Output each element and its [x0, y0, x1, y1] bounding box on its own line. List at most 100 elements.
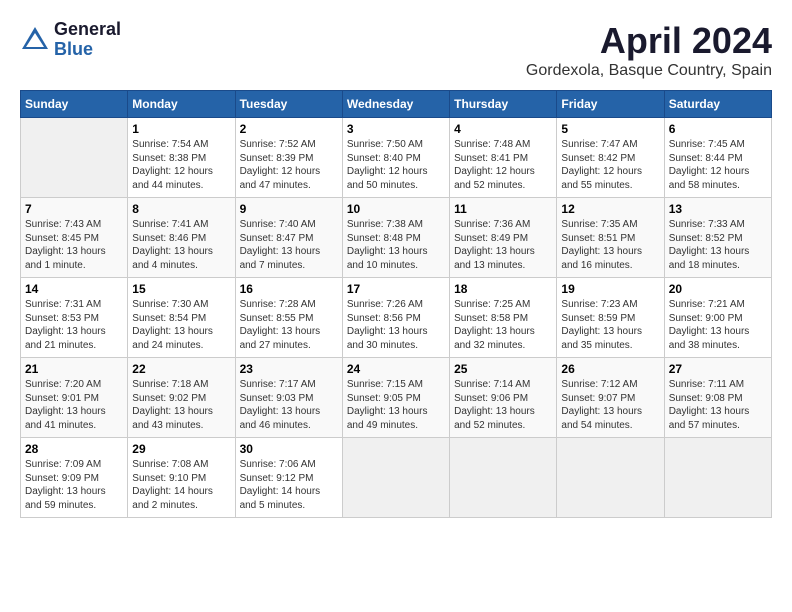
calendar-cell: 4 Sunrise: 7:48 AM Sunset: 8:41 PM Daylig… [450, 118, 557, 198]
calendar-cell: 5 Sunrise: 7:47 AM Sunset: 8:42 PM Daylig… [557, 118, 664, 198]
day-content: Sunrise: 7:45 AM Sunset: 8:44 PM Dayligh… [669, 138, 767, 192]
day-number: 2 [240, 122, 338, 136]
day-content: Sunrise: 7:35 AM Sunset: 8:51 PM Dayligh… [561, 218, 659, 272]
day-number: 4 [454, 122, 552, 136]
calendar-week-3: 14 Sunrise: 7:31 AM Sunset: 8:53 PM Dayli… [21, 278, 772, 358]
calendar-cell: 23Sunrise: 7:17 AM Sunset: 9:03 PM Dayli… [235, 358, 342, 438]
calendar-week-1: 1 Sunrise: 7:54 AM Sunset: 8:38 PM Daylig… [21, 118, 772, 198]
day-content: Sunrise: 7:36 AM Sunset: 8:49 PM Dayligh… [454, 218, 552, 272]
logo-blue-text: Blue [54, 40, 121, 60]
calendar-cell: 25Sunrise: 7:14 AM Sunset: 9:06 PM Dayli… [450, 358, 557, 438]
day-content: Sunrise: 7:08 AM Sunset: 9:10 PM Dayligh… [132, 458, 230, 512]
calendar-cell: 15 Sunrise: 7:30 AM Sunset: 8:54 PM Dayli… [128, 278, 235, 358]
calendar-cell: 22Sunrise: 7:18 AM Sunset: 9:02 PM Dayli… [128, 358, 235, 438]
day-content: Sunrise: 7:06 AM Sunset: 9:12 PM Dayligh… [240, 458, 338, 512]
calendar-week-5: 28Sunrise: 7:09 AM Sunset: 9:09 PM Dayli… [21, 438, 772, 518]
calendar-cell: 29 Sunrise: 7:08 AM Sunset: 9:10 PM Dayli… [128, 438, 235, 518]
day-number: 5 [561, 122, 659, 136]
day-content: Sunrise: 7:40 AM Sunset: 8:47 PM Dayligh… [240, 218, 338, 272]
calendar-cell: 3Sunrise: 7:50 AM Sunset: 8:40 PM Daylig… [342, 118, 449, 198]
day-content: Sunrise: 7:12 AM Sunset: 9:07 PM Dayligh… [561, 378, 659, 432]
day-content: Sunrise: 7:31 AM Sunset: 8:53 PM Dayligh… [25, 298, 123, 352]
calendar-cell: 27Sunrise: 7:11 AM Sunset: 9:08 PM Dayli… [664, 358, 771, 438]
day-number: 14 [25, 282, 123, 296]
day-content: Sunrise: 7:15 AM Sunset: 9:05 PM Dayligh… [347, 378, 445, 432]
day-content: Sunrise: 7:38 AM Sunset: 8:48 PM Dayligh… [347, 218, 445, 272]
weekday-header-monday: Monday [128, 91, 235, 118]
day-number: 24 [347, 362, 445, 376]
day-number: 13 [669, 202, 767, 216]
day-content: Sunrise: 7:18 AM Sunset: 9:02 PM Dayligh… [132, 378, 230, 432]
calendar-cell: 30 Sunrise: 7:06 AM Sunset: 9:12 PM Dayli… [235, 438, 342, 518]
day-content: Sunrise: 7:14 AM Sunset: 9:06 PM Dayligh… [454, 378, 552, 432]
day-number: 12 [561, 202, 659, 216]
calendar-cell: 17 Sunrise: 7:26 AM Sunset: 8:56 PM Dayli… [342, 278, 449, 358]
title-section: April 2024 Gordexola, Basque Country, Sp… [526, 20, 772, 80]
calendar-cell: 18 Sunrise: 7:25 AM Sunset: 8:58 PM Dayli… [450, 278, 557, 358]
day-number: 26 [561, 362, 659, 376]
logo-icon [20, 25, 50, 55]
day-content: Sunrise: 7:30 AM Sunset: 8:54 PM Dayligh… [132, 298, 230, 352]
day-number: 20 [669, 282, 767, 296]
day-number: 11 [454, 202, 552, 216]
calendar-cell: 21 Sunrise: 7:20 AM Sunset: 9:01 PM Dayli… [21, 358, 128, 438]
weekday-header-sunday: Sunday [21, 91, 128, 118]
calendar-cell: 20 Sunrise: 7:21 AM Sunset: 9:00 PM Dayli… [664, 278, 771, 358]
day-number: 7 [25, 202, 123, 216]
day-number: 1 [132, 122, 230, 136]
weekday-header-row: SundayMondayTuesdayWednesdayThursdayFrid… [21, 91, 772, 118]
day-number: 29 [132, 442, 230, 456]
day-number: 9 [240, 202, 338, 216]
calendar-cell: 8 Sunrise: 7:41 AM Sunset: 8:46 PM Daylig… [128, 198, 235, 278]
calendar-cell: 7Sunrise: 7:43 AM Sunset: 8:45 PM Daylig… [21, 198, 128, 278]
day-number: 8 [132, 202, 230, 216]
day-number: 21 [25, 362, 123, 376]
day-content: Sunrise: 7:48 AM Sunset: 8:41 PM Dayligh… [454, 138, 552, 192]
weekday-header-saturday: Saturday [664, 91, 771, 118]
day-number: 18 [454, 282, 552, 296]
day-content: Sunrise: 7:25 AM Sunset: 8:58 PM Dayligh… [454, 298, 552, 352]
day-content: Sunrise: 7:54 AM Sunset: 8:38 PM Dayligh… [132, 138, 230, 192]
calendar-cell: 2Sunrise: 7:52 AM Sunset: 8:39 PM Daylig… [235, 118, 342, 198]
day-content: Sunrise: 7:26 AM Sunset: 8:56 PM Dayligh… [347, 298, 445, 352]
weekday-header-friday: Friday [557, 91, 664, 118]
calendar-cell: 24 Sunrise: 7:15 AM Sunset: 9:05 PM Dayli… [342, 358, 449, 438]
day-number: 10 [347, 202, 445, 216]
calendar-cell [342, 438, 449, 518]
calendar-cell [557, 438, 664, 518]
calendar-cell: 14 Sunrise: 7:31 AM Sunset: 8:53 PM Dayli… [21, 278, 128, 358]
day-number: 6 [669, 122, 767, 136]
calendar-cell [21, 118, 128, 198]
day-content: Sunrise: 7:41 AM Sunset: 8:46 PM Dayligh… [132, 218, 230, 272]
calendar-cell: 13Sunrise: 7:33 AM Sunset: 8:52 PM Dayli… [664, 198, 771, 278]
calendar-cell: 19 Sunrise: 7:23 AM Sunset: 8:59 PM Dayli… [557, 278, 664, 358]
page-header: General Blue April 2024 Gordexola, Basqu… [20, 20, 772, 80]
calendar-week-2: 7Sunrise: 7:43 AM Sunset: 8:45 PM Daylig… [21, 198, 772, 278]
weekday-header-tuesday: Tuesday [235, 91, 342, 118]
calendar-cell [450, 438, 557, 518]
calendar-cell: 9 Sunrise: 7:40 AM Sunset: 8:47 PM Daylig… [235, 198, 342, 278]
day-number: 15 [132, 282, 230, 296]
day-number: 19 [561, 282, 659, 296]
calendar-title: April 2024 [526, 20, 772, 62]
day-content: Sunrise: 7:11 AM Sunset: 9:08 PM Dayligh… [669, 378, 767, 432]
day-number: 23 [240, 362, 338, 376]
day-content: Sunrise: 7:23 AM Sunset: 8:59 PM Dayligh… [561, 298, 659, 352]
day-number: 17 [347, 282, 445, 296]
day-number: 30 [240, 442, 338, 456]
calendar-week-4: 21 Sunrise: 7:20 AM Sunset: 9:01 PM Dayli… [21, 358, 772, 438]
calendar-cell: 16Sunrise: 7:28 AM Sunset: 8:55 PM Dayli… [235, 278, 342, 358]
calendar-cell: 28Sunrise: 7:09 AM Sunset: 9:09 PM Dayli… [21, 438, 128, 518]
calendar-cell: 11 Sunrise: 7:36 AM Sunset: 8:49 PM Dayli… [450, 198, 557, 278]
day-number: 28 [25, 442, 123, 456]
day-content: Sunrise: 7:21 AM Sunset: 9:00 PM Dayligh… [669, 298, 767, 352]
day-content: Sunrise: 7:20 AM Sunset: 9:01 PM Dayligh… [25, 378, 123, 432]
calendar-cell [664, 438, 771, 518]
weekday-header-thursday: Thursday [450, 91, 557, 118]
calendar-table: SundayMondayTuesdayWednesdayThursdayFrid… [20, 90, 772, 518]
calendar-cell: 10 Sunrise: 7:38 AM Sunset: 8:48 PM Dayli… [342, 198, 449, 278]
day-content: Sunrise: 7:28 AM Sunset: 8:55 PM Dayligh… [240, 298, 338, 352]
calendar-location: Gordexola, Basque Country, Spain [526, 62, 772, 80]
day-content: Sunrise: 7:47 AM Sunset: 8:42 PM Dayligh… [561, 138, 659, 192]
calendar-cell: 26 Sunrise: 7:12 AM Sunset: 9:07 PM Dayli… [557, 358, 664, 438]
